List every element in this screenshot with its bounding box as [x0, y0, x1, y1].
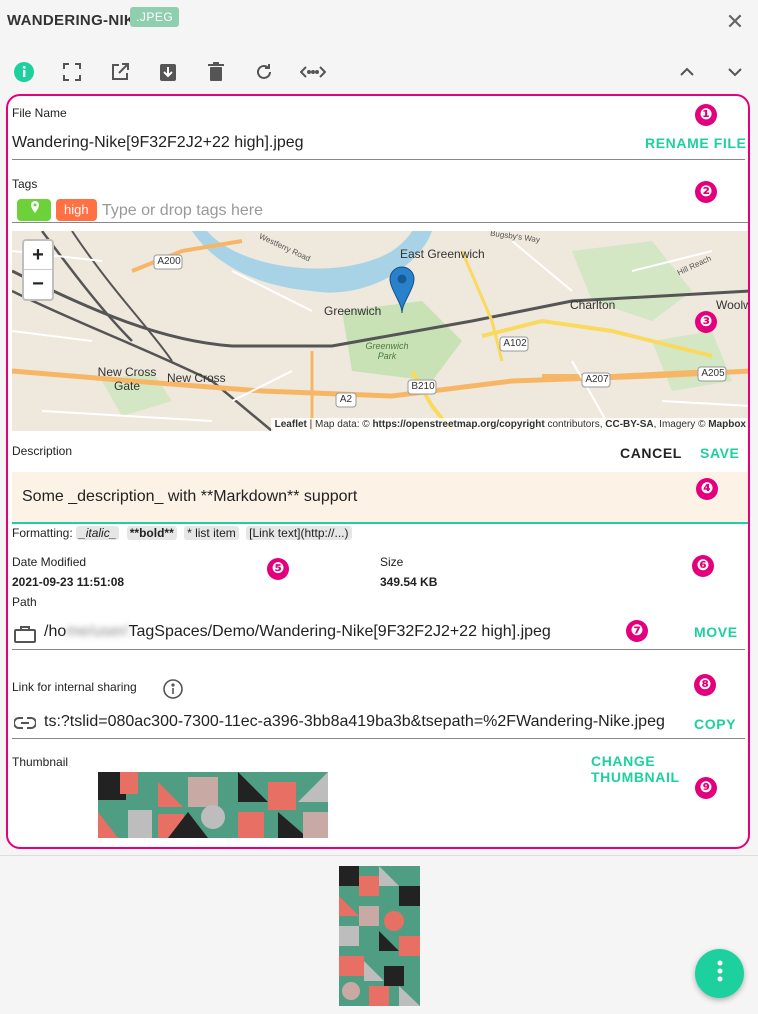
more-vert-icon [717, 960, 723, 987]
map-place-charlton: Charlton [570, 298, 616, 312]
image-preview[interactable] [339, 866, 420, 1006]
location-map[interactable]: A200 A102 B210 A207 A205 A2 East Greenwi… [12, 231, 750, 431]
description-label: Description [12, 444, 73, 458]
marker-8: ❽ [694, 674, 716, 696]
path-prefix: /ho [44, 623, 67, 640]
size-label: Size [380, 555, 404, 569]
marker-3: ❸ [695, 311, 717, 333]
rename-file-button[interactable]: RENAME FILE [645, 135, 747, 151]
thumbnail-image[interactable] [98, 772, 328, 838]
map-tiles [12, 231, 748, 431]
path-label: Path [12, 595, 37, 609]
zoom-out-button[interactable]: − [24, 270, 52, 299]
attribution-mapbox-link[interactable]: Mapbox [708, 419, 746, 430]
size-value: 349.54 KB [380, 575, 438, 589]
folder-icon [14, 625, 36, 648]
map-road-a205: A205 [701, 368, 725, 379]
save-button[interactable]: SAVE [700, 445, 740, 461]
properties-panel: File Name Wandering-Nike[9F32F2J2+22 hig… [6, 94, 750, 849]
zoom-in-button[interactable]: + [24, 241, 52, 270]
path-value: /home/user/TagSpaces/Demo/Wandering-Nike… [44, 623, 551, 641]
navigate-icon[interactable] [298, 56, 328, 88]
more-actions-button[interactable] [695, 949, 744, 998]
map-road-a2: A2 [339, 394, 353, 405]
map-place-new-cross-gate: New Cross Gate [97, 365, 157, 393]
tag-geo[interactable] [17, 199, 51, 221]
attribution-ccbysa-link[interactable]: CC-BY-SA [605, 419, 653, 430]
file-name-value[interactable]: Wandering-Nike[9F32F2J2+22 high].jpeg [12, 134, 304, 152]
map-road-a102: A102 [503, 338, 527, 349]
chevron-up-icon[interactable] [673, 56, 701, 88]
marker-9: ❾ [695, 777, 717, 799]
marker-5: ❺ [267, 558, 289, 580]
format-chip-link: [Link text](http://...) [246, 526, 352, 540]
tags-underline [12, 222, 748, 223]
open-external-icon[interactable] [106, 56, 134, 88]
format-chip-italic: _italic_ [76, 526, 120, 540]
date-modified-label: Date Modified [12, 555, 87, 569]
description-editor[interactable]: Some _description_ with **Markdown** sup… [12, 472, 748, 524]
marker-1: ❶ [695, 104, 717, 126]
map-place-greenwich: Greenwich [324, 304, 382, 318]
map-zoom-control: + − [22, 239, 54, 301]
link-icon [13, 716, 37, 735]
change-thumbnail-button[interactable]: CHANGE THUMBNAIL [591, 753, 748, 785]
map-road-a207: A207 [585, 374, 609, 385]
format-chip-bold: **bold** [126, 526, 177, 540]
map-place-new-cross: New Cross [167, 371, 226, 385]
cancel-button[interactable]: CANCEL [620, 445, 682, 461]
info-icon[interactable] [10, 56, 38, 88]
attribution-contrib: contributors, [547, 419, 603, 430]
download-icon[interactable] [154, 56, 182, 88]
description-text: Some _description_ with **Markdown** sup… [22, 488, 358, 505]
path-blurred: me/user/ [66, 623, 129, 640]
marker-2: ❷ [695, 181, 717, 203]
extension-badge: .JPEG [130, 7, 180, 27]
fullscreen-icon[interactable] [58, 56, 86, 88]
format-chip-list: * list item [184, 526, 239, 540]
tags-input[interactable]: Type or drop tags here [102, 202, 263, 220]
attribution-leaflet-link[interactable]: Leaflet [275, 419, 307, 430]
attribution-text: | Map data: © [309, 419, 370, 430]
path-underline [12, 649, 745, 650]
tags-label: Tags [12, 177, 38, 191]
formatting-hints: Formatting: _italic_ **bold** * list ite… [12, 526, 356, 540]
map-place-woolwich: Woolw [716, 298, 750, 312]
panel-separator [0, 855, 758, 856]
title-bar: WANDERING-NIKE .JPEG ✕ [0, 0, 758, 44]
move-button[interactable]: MOVE [694, 624, 738, 640]
reload-icon[interactable] [250, 56, 278, 88]
map-road-a200: A200 [157, 256, 181, 267]
attribution-osm-link[interactable]: https://openstreetmap.org/copyright [372, 419, 544, 430]
file-name-label: File Name [12, 106, 67, 120]
map-attribution: Leaflet | Map data: © https://openstreet… [270, 418, 748, 431]
path-suffix: TagSpaces/Demo/Wandering-Nike[9F32F2J2+2… [128, 623, 551, 640]
sharing-underline [12, 738, 745, 739]
delete-icon[interactable] [202, 56, 230, 88]
formatting-label: Formatting: [12, 526, 73, 540]
marker-6: ❻ [692, 555, 714, 577]
file-name-underline [12, 159, 745, 160]
attribution-imagery: , Imagery © [653, 419, 706, 430]
toolbar [0, 56, 758, 88]
file-title: WANDERING-NIKE [7, 12, 146, 29]
marker-4: ❹ [696, 478, 718, 500]
tag-high[interactable]: high [56, 199, 97, 221]
date-modified-value: 2021-09-23 11:51:08 [12, 575, 125, 589]
sharing-link-value[interactable]: ts:?tslid=080ac300-7300-11ec-a396-3bb8a4… [44, 713, 665, 731]
map-place-greenwich-park: Greenwich Park [365, 341, 409, 361]
map-road-b210: B210 [411, 381, 435, 392]
map-place-east-greenwich: East Greenwich [400, 247, 485, 261]
copy-button[interactable]: COPY [694, 716, 736, 732]
marker-7: ❼ [626, 620, 648, 642]
info-outline-icon[interactable] [162, 678, 184, 705]
thumbnail-label: Thumbnail [12, 755, 69, 769]
close-icon[interactable]: ✕ [722, 9, 748, 35]
sharing-label: Link for internal sharing [12, 680, 137, 694]
chevron-down-icon[interactable] [721, 56, 749, 88]
